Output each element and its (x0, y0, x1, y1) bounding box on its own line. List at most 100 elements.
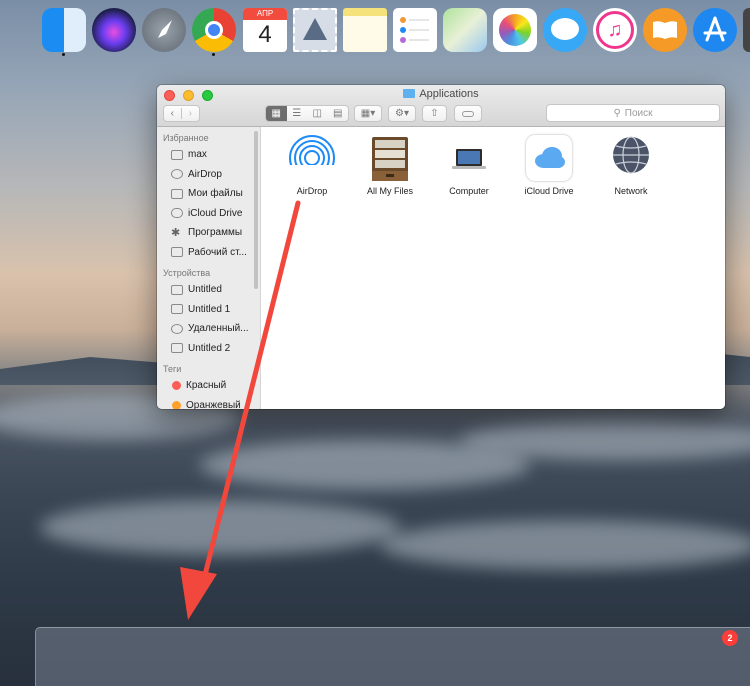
dock-item-partial[interactable] (743, 8, 750, 52)
search-input[interactable]: ⚲ Поиск (546, 104, 720, 122)
sidebar-item-label: iCloud Drive (188, 207, 243, 219)
tags-header: Теги (163, 364, 182, 374)
sidebar-item-label: AirDrop (188, 168, 222, 180)
sidebar-item-untitled-1[interactable]: Untitled 1 (157, 300, 260, 320)
home-folder-icon (171, 149, 183, 160)
notes-icon[interactable] (343, 8, 387, 52)
icloud-drive-icon (526, 135, 572, 181)
sidebar-item-untitled[interactable]: Untitled (157, 280, 260, 300)
file-label: All My Files (366, 186, 413, 196)
siri-icon[interactable] (92, 8, 136, 52)
back-button[interactable]: ‹ (164, 108, 182, 119)
icon-view-button[interactable]: ▦ (266, 106, 287, 121)
action-button[interactable]: ⚙▾ (388, 105, 416, 122)
sidebar-item-label: Untitled 2 (188, 342, 231, 354)
reminders-icon[interactable] (393, 8, 437, 52)
search-placeholder: Поиск (624, 107, 653, 119)
file-item-icloud-drive[interactable]: iCloud Drive (512, 135, 586, 196)
window-title-text: Applications (419, 88, 479, 100)
book-icon[interactable] (643, 8, 687, 52)
sidebar-item-max[interactable]: max (157, 145, 260, 165)
sidebar-item-all-files[interactable]: Мои файлы (157, 184, 260, 204)
window-title: Applications (157, 88, 725, 100)
messages-icon[interactable] (543, 8, 587, 52)
sidebar-item-label: Оранжевый (186, 399, 241, 409)
music-note: ♫ (596, 11, 634, 49)
file-item-airdrop[interactable]: AirDrop (275, 135, 349, 196)
app-store-icon[interactable] (693, 8, 737, 52)
disk-icon (171, 304, 183, 315)
folder-icon (403, 89, 416, 98)
file-label: Computer (449, 186, 489, 196)
view-mode-control: ▦ ☰ ◫ ▤ (265, 105, 349, 122)
list-view-button[interactable]: ☰ (287, 106, 308, 121)
stamp-icon[interactable] (293, 8, 337, 52)
back-forward-buttons: ‹ › (163, 105, 200, 122)
sidebar-item-label: Программы (188, 227, 243, 239)
sidebar-item-label: Рабочий ст... (188, 246, 247, 258)
share-button[interactable]: ⇧ (422, 105, 447, 122)
sidebar-item-label: Untitled 1 (188, 303, 231, 315)
rocket-icon[interactable] (142, 8, 186, 52)
airdrop-icon (171, 169, 183, 180)
file-item-computer[interactable]: Computer (432, 135, 506, 196)
red-tag-icon (172, 381, 181, 391)
remote-disc-icon (171, 323, 183, 334)
sidebar-item-label: Мои файлы (188, 188, 243, 200)
dock (35, 627, 750, 686)
network-globe-icon (608, 135, 654, 181)
running-indicator (62, 53, 65, 56)
cloud-icon (171, 208, 183, 219)
column-view-button[interactable]: ◫ (307, 106, 328, 121)
sidebar-item-label: Удаленный... (188, 323, 249, 335)
airdrop-icon (289, 135, 335, 181)
disk-icon (171, 343, 183, 354)
all-files-icon (171, 188, 183, 199)
sidebar-item-remote-disc[interactable]: Удаленный... (157, 319, 260, 339)
file-label: Network (614, 186, 648, 196)
running-indicator (212, 53, 215, 56)
sidebar-item-icloud[interactable]: iCloud Drive (157, 204, 260, 224)
notification-badge: 2 (722, 630, 738, 646)
photos-icon[interactable] (493, 8, 537, 52)
desktop-icon (171, 247, 183, 258)
tag-icon (462, 110, 474, 117)
calendar-day: 4 (258, 21, 272, 48)
sidebar-item-applications[interactable]: ✱ Программы (157, 223, 260, 243)
file-item-network[interactable]: Network (594, 135, 668, 196)
laptop-icon (446, 135, 492, 181)
calendar-icon[interactable]: АПР 4 (243, 8, 287, 52)
disk-icon (171, 284, 183, 295)
file-label: AirDrop (296, 186, 328, 196)
title-bar[interactable]: Applications ‹ › ▦ ☰ ◫ ▤ ▦▾ ⚙▾ ⇧ ⚲ Поиск (157, 85, 725, 127)
sidebar-tag-red[interactable]: Красный (157, 376, 260, 396)
map-icon[interactable] (443, 8, 487, 52)
devices-header: Устройства (163, 268, 211, 278)
sidebar-item-label: max (188, 149, 207, 161)
file-cabinet-icon (367, 135, 413, 181)
sidebar-item-airdrop[interactable]: AirDrop (157, 165, 260, 185)
sidebar-item-desktop[interactable]: Рабочий ст... (157, 243, 260, 263)
photos-flower (499, 14, 531, 46)
tags-button[interactable] (454, 105, 482, 122)
sidebar: Избранное max AirDrop Мои файлы iCloud D… (157, 127, 261, 409)
arrange-button[interactable]: ▦▾ (354, 105, 382, 122)
chrome-icon[interactable] (192, 8, 236, 52)
gear-icon: ⚙▾ (395, 108, 409, 119)
file-browser: AirDrop All My Files Computer iCloud Dri… (262, 127, 725, 409)
search-icon: ⚲ (613, 107, 621, 119)
orange-tag-icon (172, 400, 181, 409)
applications-icon: ✱ (171, 226, 181, 239)
forward-button[interactable]: › (182, 108, 199, 119)
cover-flow-button[interactable]: ▤ (328, 106, 349, 121)
finder-icon[interactable] (42, 8, 86, 52)
sidebar-scrollbar[interactable] (254, 131, 258, 289)
music-icon[interactable]: ♫ (593, 8, 637, 52)
grid-icon: ▦▾ (360, 108, 376, 119)
sidebar-tag-orange[interactable]: Оранжевый (157, 396, 260, 409)
file-item-all-my-files[interactable]: All My Files (353, 135, 427, 196)
sidebar-item-untitled-2[interactable]: Untitled 2 (157, 339, 260, 359)
chrome-center (205, 21, 223, 39)
finder-window[interactable]: Applications ‹ › ▦ ☰ ◫ ▤ ▦▾ ⚙▾ ⇧ ⚲ Поиск… (157, 85, 725, 409)
sidebar-item-label: Красный (186, 380, 227, 392)
